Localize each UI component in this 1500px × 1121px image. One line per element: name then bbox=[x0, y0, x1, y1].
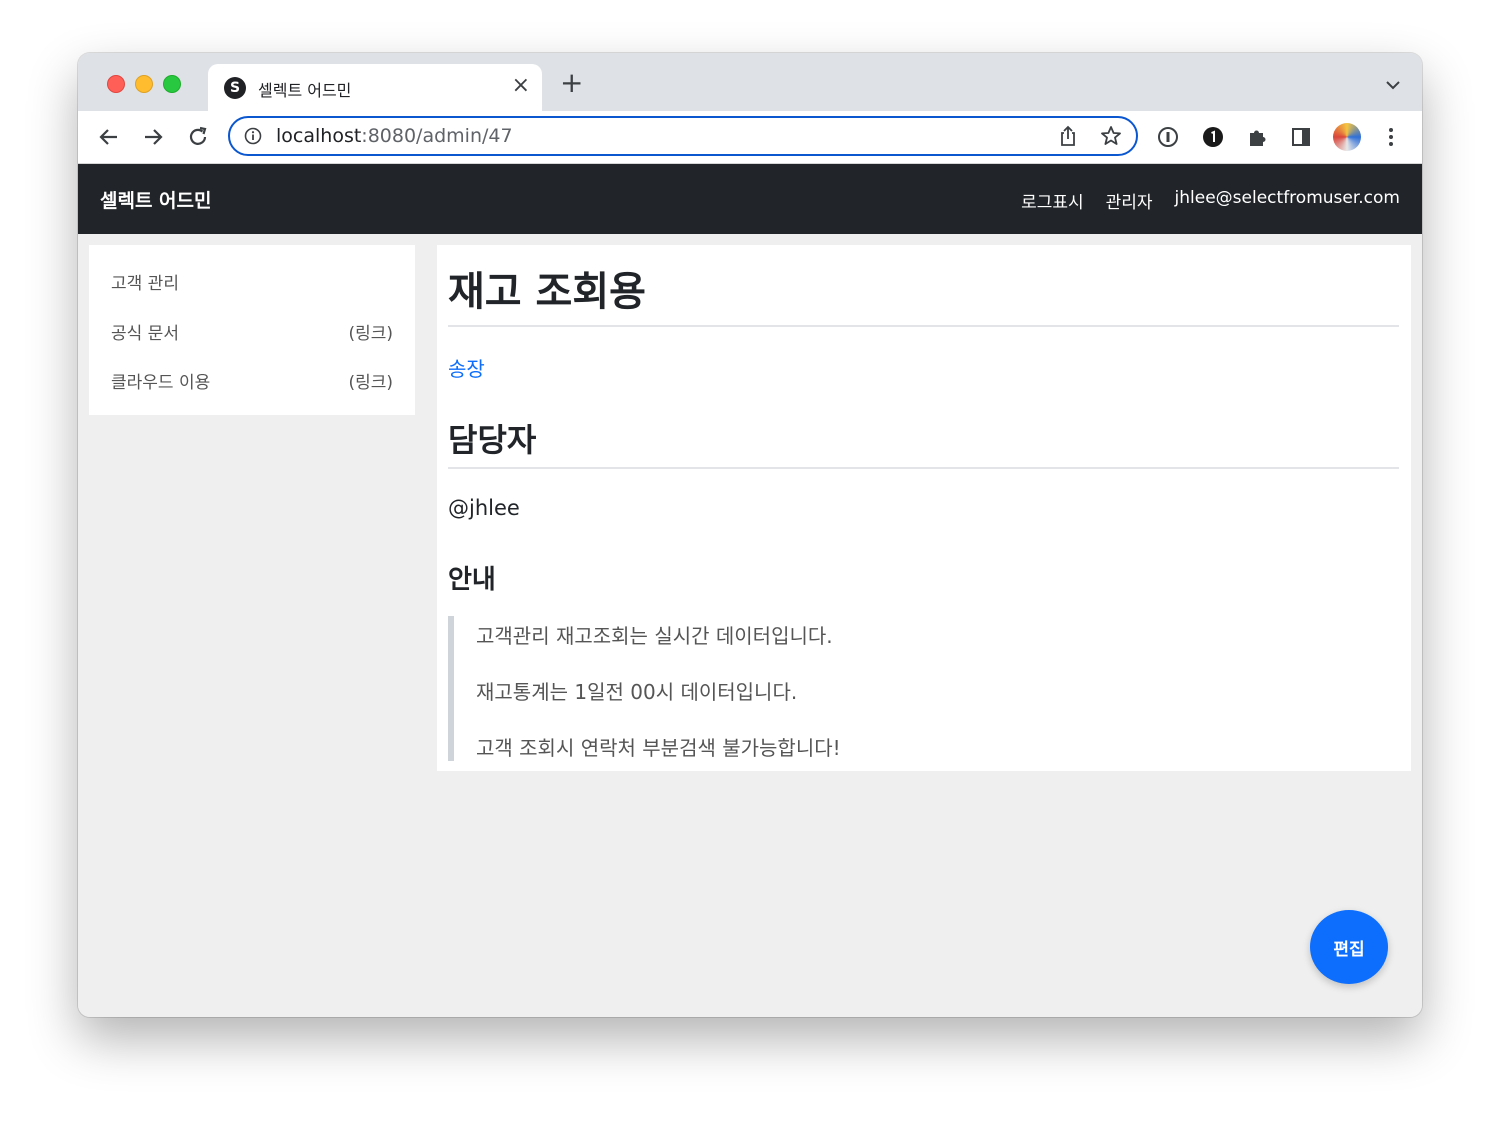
sidebar-item-docs[interactable]: 공식 문서 (링크) bbox=[111, 319, 393, 344]
invoice-link[interactable]: 송장 bbox=[448, 353, 485, 382]
nav-link-admin[interactable]: 관리자 bbox=[1106, 188, 1153, 213]
browser-tab[interactable]: S 셀렉트 어드민 × bbox=[208, 64, 542, 111]
close-window-button[interactable] bbox=[107, 75, 125, 93]
navbar-links: 로그표시 관리자 jhlee@selectfromuser.com bbox=[1021, 188, 1400, 213]
section-divider bbox=[448, 467, 1399, 469]
tab-close-icon[interactable]: × bbox=[512, 74, 530, 98]
favicon-icon: S bbox=[224, 77, 246, 99]
back-icon[interactable] bbox=[96, 124, 122, 150]
edit-fab-button[interactable]: 편집 bbox=[1310, 910, 1388, 984]
notice-line: 재고통계는 1일전 00시 데이터입니다. bbox=[476, 680, 798, 704]
sidebar-item-cloud[interactable]: 클라우드 이용 (링크) bbox=[111, 368, 393, 393]
site-info-icon[interactable] bbox=[244, 127, 262, 149]
sidebar-item-customers[interactable]: 고객 관리 bbox=[111, 269, 393, 294]
url-text: localhost:8080/admin/47 bbox=[276, 125, 513, 147]
1password-icon[interactable] bbox=[1201, 125, 1225, 149]
sidebar-item-suffix: (링크) bbox=[348, 373, 393, 393]
reload-icon[interactable] bbox=[185, 124, 211, 150]
address-bar[interactable]: localhost:8080/admin/47 bbox=[228, 116, 1138, 156]
notice-blockquote: 고객관리 재고조회는 실시간 데이터입니다. 재고통계는 1일전 00시 데이터… bbox=[448, 616, 1405, 761]
page-viewport: 셀렉트 어드민 로그표시 관리자 jhlee@selectfromuser.co… bbox=[78, 164, 1422, 1017]
notice-line: 고객관리 재고조회는 실시간 데이터입니다. bbox=[476, 624, 833, 648]
section-title-manager: 담당자 bbox=[448, 421, 537, 459]
tab-strip: S 셀렉트 어드민 × + bbox=[78, 53, 1422, 111]
brand-link[interactable]: 셀렉트 어드민 bbox=[100, 186, 212, 213]
share-icon[interactable] bbox=[1058, 125, 1078, 151]
url-host: localhost bbox=[276, 125, 362, 147]
tab-search-icon[interactable] bbox=[1386, 75, 1400, 94]
page-title: 재고 조회용 bbox=[448, 269, 646, 315]
tab-title: 셀렉트 어드민 bbox=[258, 81, 352, 100]
new-tab-button[interactable]: + bbox=[560, 69, 583, 97]
browser-window: S 셀렉트 어드민 × + localhost:8080/admin/47 셀렉… bbox=[78, 53, 1422, 1017]
browser-menu-icon[interactable] bbox=[1379, 125, 1403, 149]
bookmark-star-icon[interactable] bbox=[1100, 125, 1122, 151]
nav-link-user-email[interactable]: jhlee@selectfromuser.com bbox=[1175, 188, 1400, 213]
notice-line: 고객 조회시 연락처 부분검색 불가능합니다! bbox=[476, 736, 841, 760]
maximize-window-button[interactable] bbox=[163, 75, 181, 93]
sidebar: 고객 관리 공식 문서 (링크) 클라우드 이용 (링크) bbox=[89, 245, 415, 415]
browser-toolbar: localhost:8080/admin/47 bbox=[78, 111, 1422, 164]
title-divider bbox=[448, 325, 1399, 327]
forward-icon[interactable] bbox=[140, 124, 166, 150]
extensions-puzzle-icon[interactable] bbox=[1245, 125, 1269, 149]
notice-title: 안내 bbox=[448, 565, 496, 595]
top-navbar: 셀렉트 어드민 로그표시 관리자 jhlee@selectfromuser.co… bbox=[78, 164, 1422, 234]
nav-link-log[interactable]: 로그표시 bbox=[1021, 188, 1084, 213]
sidebar-item-label: 고객 관리 bbox=[111, 274, 179, 294]
side-panel-icon[interactable] bbox=[1289, 125, 1313, 149]
sidebar-item-label: 클라우드 이용 bbox=[111, 373, 211, 393]
main-content: 재고 조회용 송장 담당자 @jhlee 안내 고객관리 재고조회는 실시간 데… bbox=[437, 245, 1411, 771]
sidebar-item-label: 공식 문서 bbox=[111, 324, 179, 344]
manager-handle: @jhlee bbox=[448, 496, 520, 520]
minimize-window-button[interactable] bbox=[135, 75, 153, 93]
profile-avatar[interactable] bbox=[1333, 123, 1361, 151]
password-manager-icon[interactable] bbox=[1156, 125, 1180, 149]
sidebar-item-suffix: (링크) bbox=[348, 324, 393, 344]
url-path: :8080/admin/47 bbox=[361, 125, 513, 147]
